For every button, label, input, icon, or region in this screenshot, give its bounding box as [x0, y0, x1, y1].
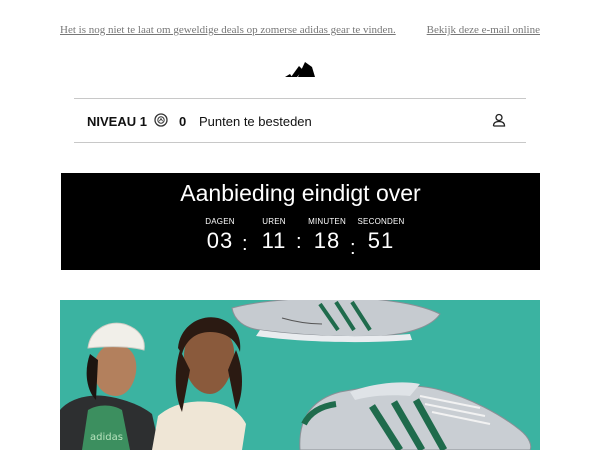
view-online-link[interactable]: Bekijk deze e-mail online: [427, 24, 540, 36]
countdown-banner: Aanbieding eindigt over DAGEN 03 : UREN …: [61, 173, 540, 270]
loyalty-level: NIVEAU 1: [87, 114, 147, 129]
points-value: 0: [179, 114, 187, 129]
preheader: Het is nog niet te laat om geweldige dea…: [60, 24, 540, 38]
seconds-value: 51: [367, 228, 395, 253]
adidas-logo-icon[interactable]: [284, 58, 316, 80]
hero-illustration: adidas: [60, 300, 540, 450]
points-label: Punten te besteden: [199, 114, 312, 129]
countdown-title: Aanbieding eindigt over: [180, 180, 421, 206]
points-coin-icon: [154, 113, 168, 127]
countdown-seconds: SECONDEN 51: [354, 217, 408, 254]
days-label: DAGEN: [205, 217, 235, 226]
hero-image[interactable]: adidas: [60, 300, 540, 450]
preheader-text-link[interactable]: Het is nog niet te laat om geweldige dea…: [60, 24, 396, 36]
countdown-hours: UREN 11: [247, 217, 301, 254]
minutes-label: MINUTEN: [308, 217, 346, 226]
countdown-days: DAGEN 03: [193, 217, 247, 254]
divider-bottom: [74, 142, 526, 143]
loyalty-bar: NIVEAU 1 0 Punten te besteden: [74, 99, 526, 142]
user-icon[interactable]: [491, 112, 507, 128]
hours-value: 11: [261, 228, 287, 253]
hours-label: UREN: [262, 217, 286, 226]
shirt-print: adidas: [90, 432, 123, 443]
shoe-top: [231, 300, 441, 343]
countdown-minutes: MINUTEN 18: [300, 217, 354, 254]
days-value: 03: [206, 228, 234, 253]
minutes-value: 18: [313, 228, 341, 253]
seconds-label: SECONDEN: [357, 217, 405, 226]
